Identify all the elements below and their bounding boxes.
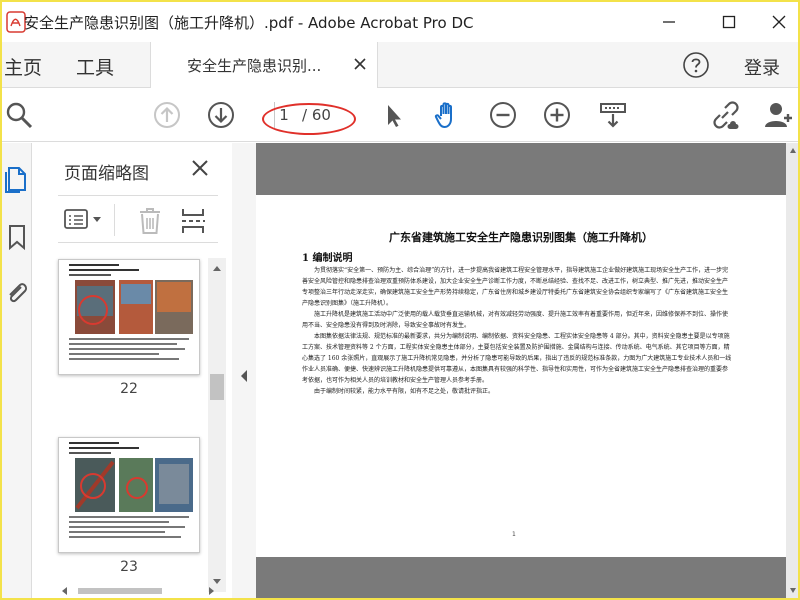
- bookmark-icon[interactable]: [4, 223, 30, 251]
- scroll-mode-icon[interactable]: [598, 100, 628, 130]
- maximize-button[interactable]: [714, 8, 744, 36]
- collapse-panel-icon[interactable]: [240, 369, 248, 383]
- toolbar-divider: [114, 204, 115, 236]
- scroll-left-arrow-icon[interactable]: [60, 586, 68, 596]
- document-viewer[interactable]: 广东省建筑施工安全生产隐患识别图集（施工升降机） 1 编制说明 为贯彻落实“安全…: [256, 143, 786, 598]
- panel-title: 页面缩略图: [64, 164, 149, 184]
- close-icon: [772, 15, 786, 29]
- panel-collapse-strip: [232, 143, 256, 598]
- document-tab[interactable]: 安全生产隐患识别...: [150, 42, 378, 88]
- paragraph: 施工升降机是建筑施工活动中广泛使用的载人载货垂直运输机械，对有效减轻劳动强度、提…: [302, 311, 729, 329]
- maximize-icon: [722, 15, 736, 29]
- acrobat-app-icon: [6, 11, 26, 33]
- scroll-down-arrow-icon[interactable]: [789, 587, 797, 594]
- thumbnail-list: 22 23: [44, 255, 208, 585]
- scroll-right-arrow-icon[interactable]: [208, 586, 216, 596]
- pdf-page-number: 1: [512, 531, 516, 538]
- page-number-input[interactable]: [266, 104, 302, 126]
- minimize-icon: [663, 21, 675, 23]
- scroll-up-arrow-icon[interactable]: [212, 264, 222, 272]
- section-heading: 1 编制说明: [302, 253, 353, 264]
- toolbar: / 60: [2, 88, 798, 142]
- zoom-in-icon[interactable]: [542, 100, 572, 130]
- pdf-page: 广东省建筑施工安全生产隐患识别图集（施工升降机） 1 编制说明 为贯彻落实“安全…: [256, 195, 786, 557]
- help-icon[interactable]: [682, 51, 710, 79]
- thumbnail-preview: [69, 442, 193, 538]
- page-thumbnails-icon[interactable]: [4, 165, 30, 193]
- menu-tools[interactable]: 工具: [76, 53, 114, 80]
- add-user-icon[interactable]: [764, 100, 794, 130]
- options-menu-icon[interactable]: [64, 209, 106, 231]
- thumbnail-panel: 页面缩略图 22 23: [44, 143, 232, 598]
- thumbnail-toolbar: [58, 195, 218, 243]
- close-window-button[interactable]: [764, 8, 794, 36]
- login-button[interactable]: 登录: [744, 54, 780, 80]
- document-tab-label: 安全生产隐患识别...: [187, 57, 322, 75]
- page-thumbnail[interactable]: [58, 259, 200, 375]
- acrobat-window: 安全生产隐患识别图（施工升降机）.pdf - Adobe Acrobat Pro…: [2, 2, 798, 598]
- hand-tool-icon[interactable]: [432, 100, 462, 130]
- window-title: 安全生产隐患识别图（施工升降机）.pdf - Adobe Acrobat Pro…: [24, 14, 474, 32]
- panel-close-icon[interactable]: [192, 160, 208, 176]
- menu-bar: 主页 工具 安全生产隐患识别... 登录: [2, 42, 798, 88]
- document-scrollbar[interactable]: [786, 143, 798, 598]
- thumbnail-page-number: 22: [120, 381, 138, 397]
- next-page-icon[interactable]: [206, 100, 236, 130]
- thumbnail-page-number: 23: [120, 559, 138, 575]
- scroll-up-arrow-icon[interactable]: [789, 147, 797, 154]
- menu-home[interactable]: 主页: [4, 53, 42, 80]
- search-icon[interactable]: [4, 100, 34, 130]
- zoom-out-icon[interactable]: [488, 100, 518, 130]
- page-thumbnail[interactable]: [58, 437, 200, 553]
- share-link-icon[interactable]: [710, 100, 740, 130]
- page-total: / 60: [302, 106, 331, 124]
- paragraph: 为贯彻落实“安全第一、预防为主、综合治理”的方针，进一步提高我省建筑工程安全管理…: [302, 267, 729, 307]
- insert-page-icon[interactable]: [180, 207, 206, 235]
- minimize-button[interactable]: [654, 8, 684, 36]
- thumbnail-preview: [69, 264, 193, 360]
- document-body: 为贯彻落实“安全第一、预防为主、综合治理”的方针，进一步提高我省建筑工程安全管理…: [302, 265, 732, 397]
- tab-close-icon[interactable]: [353, 57, 367, 71]
- thumbnail-vertical-scrollbar[interactable]: [208, 258, 226, 592]
- title-bar: 安全生产隐患识别图（施工升降机）.pdf - Adobe Acrobat Pro…: [2, 2, 798, 42]
- select-cursor-icon[interactable]: [378, 100, 408, 130]
- paragraph: 本图集依据法律法规、规范标准的最新要求，共分为编制说明、编制依据、资料安全隐患、…: [302, 333, 732, 384]
- scrollbar-thumb[interactable]: [78, 588, 162, 594]
- scrollbar-thumb[interactable]: [210, 374, 224, 400]
- previous-page-icon[interactable]: [152, 100, 182, 130]
- attachment-icon[interactable]: [4, 279, 30, 307]
- delete-page-icon[interactable]: [138, 207, 162, 235]
- document-title: 广东省建筑施工安全生产隐患识别图集（施工升降机）: [389, 231, 653, 244]
- thumbnail-horizontal-scrollbar[interactable]: [58, 584, 218, 598]
- left-navigation-rail: [2, 143, 32, 598]
- paragraph: 由于编制时间较紧，能力水平有限，如有不足之处，敬请批评指正。: [314, 388, 495, 395]
